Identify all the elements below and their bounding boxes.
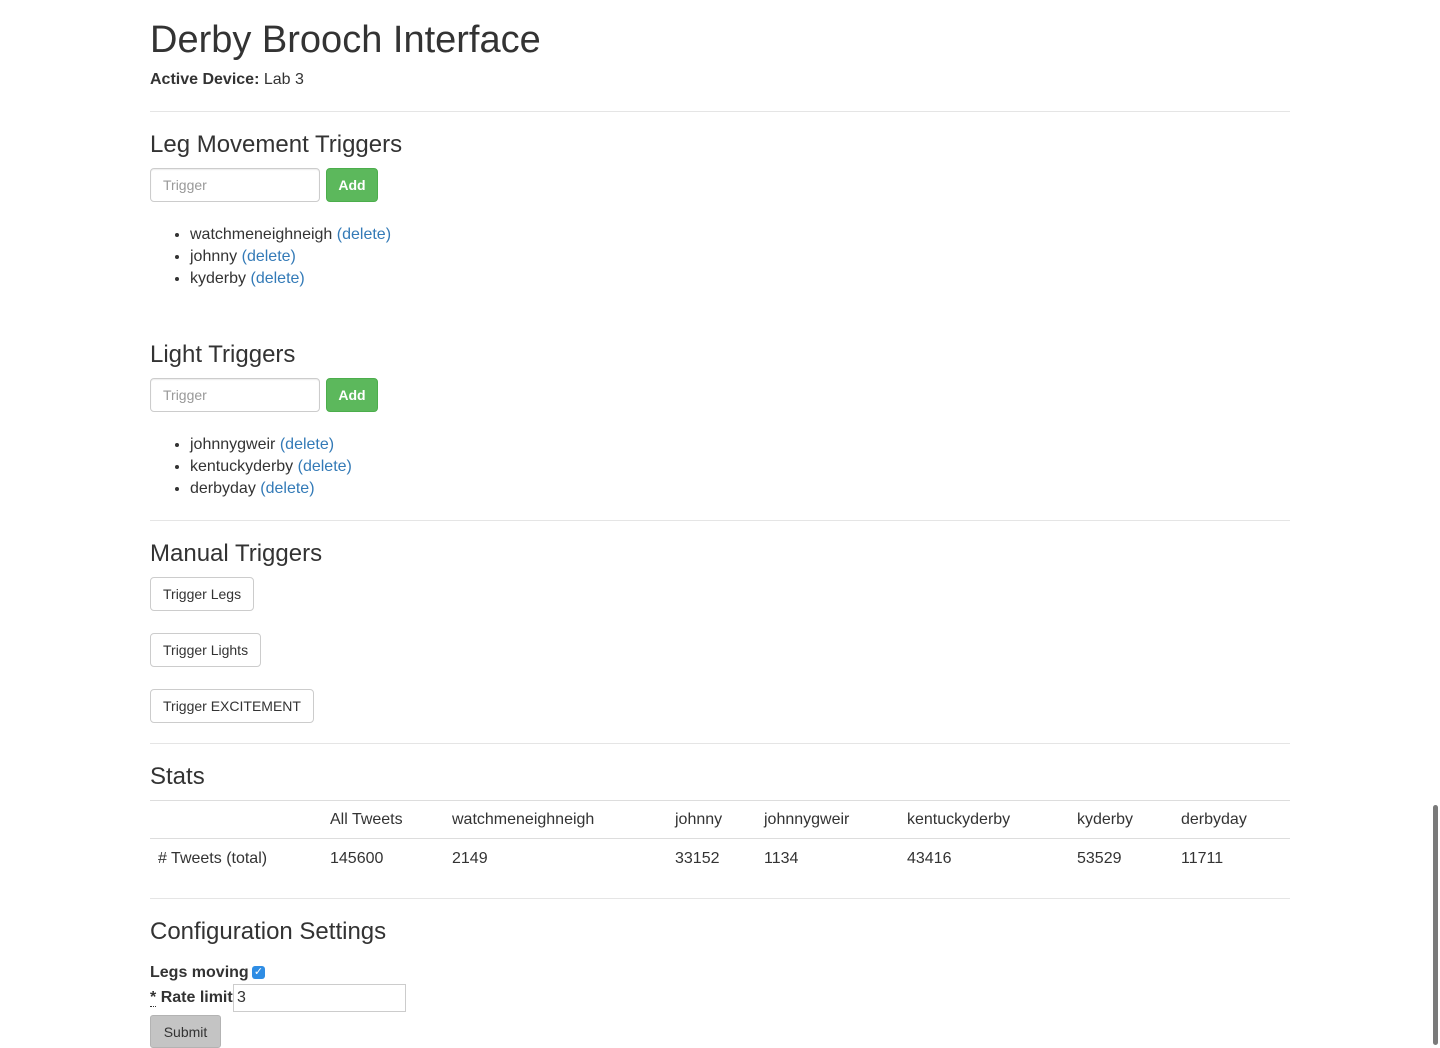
- delete-link[interactable]: (delete): [250, 270, 304, 287]
- table-cell: 145600: [330, 849, 384, 867]
- rate-limit-label: * Rate limit: [150, 988, 233, 1008]
- active-device-value: Lab 3: [263, 71, 304, 88]
- leg-trigger-input[interactable]: [150, 168, 320, 202]
- list-item: kentuckyderby (delete): [190, 456, 352, 478]
- table-header-row: All Tweets watchmeneighneigh johnny john…: [150, 800, 1290, 839]
- list-item: derbyday (delete): [190, 478, 352, 500]
- stats-table: All Tweets watchmeneighneigh johnny john…: [150, 800, 1290, 879]
- table-cell: 2149: [452, 849, 488, 867]
- page-title: Derby Brooch Interface: [150, 19, 541, 61]
- column-header: johnny: [667, 800, 756, 839]
- column-header: johnnygweir: [756, 800, 899, 839]
- leg-trigger-add-button[interactable]: Add: [326, 168, 378, 202]
- checkmark-icon: ✓: [253, 966, 264, 978]
- divider: [150, 520, 1290, 521]
- trigger-lights-button[interactable]: Trigger Lights: [150, 633, 262, 667]
- trigger-name: kentuckyderby: [190, 458, 294, 475]
- delete-link[interactable]: (delete): [242, 248, 296, 265]
- light-triggers-heading: Light Triggers: [150, 341, 296, 368]
- column-header: kyderby: [1069, 800, 1173, 839]
- legs-moving-checkbox[interactable]: ✓: [252, 966, 265, 979]
- list-item: watchmeneighneigh (delete): [190, 224, 391, 246]
- legs-moving-label: Legs moving: [150, 964, 249, 981]
- rate-limit-label-text: Rate limit: [160, 989, 233, 1006]
- delete-link[interactable]: (delete): [298, 458, 352, 475]
- table-cell: 11711: [1181, 849, 1224, 867]
- leg-triggers-heading: Leg Movement Triggers: [150, 131, 403, 158]
- list-item: johnny (delete): [190, 246, 391, 268]
- table-row: # Tweets (total) 145600 2149 33152 1134 …: [150, 839, 1290, 879]
- column-header: [150, 800, 322, 839]
- submit-button[interactable]: Submit: [150, 1015, 221, 1048]
- light-trigger-add-button[interactable]: Add: [326, 378, 378, 412]
- scrollbar[interactable]: [1433, 805, 1438, 1045]
- active-device-label: Active Device:: [150, 71, 260, 88]
- stats-heading: Stats: [150, 763, 205, 790]
- delete-link[interactable]: (delete): [260, 480, 314, 497]
- trigger-excitement-button[interactable]: Trigger EXCITEMENT: [150, 689, 314, 723]
- manual-triggers-heading: Manual Triggers: [150, 540, 323, 567]
- column-header: All Tweets: [322, 800, 444, 839]
- table-cell: 53529: [1077, 849, 1122, 867]
- required-marker: *: [150, 989, 157, 1007]
- trigger-name: kyderby: [190, 270, 247, 287]
- column-header: derbyday: [1173, 800, 1290, 839]
- list-item: kyderby (delete): [190, 268, 391, 290]
- leg-trigger-list: watchmeneighneigh (delete) johnny (delet…: [150, 224, 391, 290]
- trigger-name: derbyday: [190, 480, 256, 497]
- table-cell: 1134: [764, 849, 799, 867]
- light-trigger-list: johnnygweir (delete) kentuckyderby (dele…: [150, 434, 352, 500]
- config-heading: Configuration Settings: [150, 918, 387, 945]
- list-item: johnnygweir (delete): [190, 434, 352, 456]
- trigger-name: johnny: [190, 248, 238, 265]
- trigger-name: johnnygweir: [190, 436, 276, 453]
- divider: [150, 898, 1290, 899]
- table-cell: 43416: [907, 849, 952, 867]
- trigger-legs-button[interactable]: Trigger Legs: [150, 577, 255, 611]
- table-cell: 33152: [675, 849, 720, 867]
- column-header: kentuckyderby: [899, 800, 1069, 839]
- delete-link[interactable]: (delete): [280, 436, 334, 453]
- trigger-name: watchmeneighneigh: [190, 226, 333, 243]
- divider: [150, 111, 1290, 112]
- rate-limit-input[interactable]: [233, 984, 406, 1012]
- divider: [150, 743, 1290, 744]
- light-trigger-input[interactable]: [150, 378, 320, 412]
- active-device: Active Device: Lab 3: [150, 70, 304, 90]
- delete-link[interactable]: (delete): [337, 226, 391, 243]
- table-cell: # Tweets (total): [158, 849, 268, 867]
- column-header: watchmeneighneigh: [444, 800, 667, 839]
